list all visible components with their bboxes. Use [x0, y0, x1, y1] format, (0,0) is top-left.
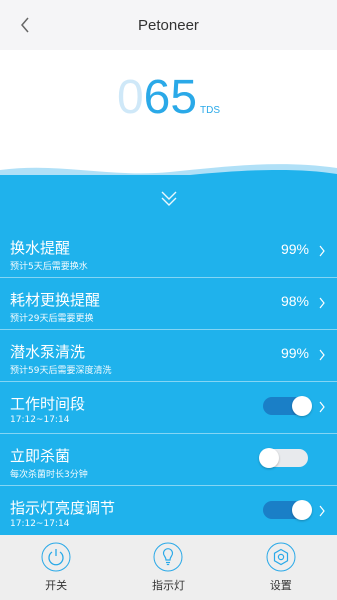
toggle-knob	[259, 448, 279, 468]
back-button[interactable]	[14, 13, 36, 37]
top-bar: Petoneer	[0, 0, 337, 50]
toggle-knob	[292, 396, 312, 416]
row-title: 潜水泵清洗	[10, 343, 86, 361]
row-work-period[interactable]: 工作时间段 17:12~17:14	[0, 382, 337, 434]
tds-unit: TDS	[200, 105, 221, 116]
row-indicator-brightness[interactable]: 指示灯亮度调节 17:12~17:14	[0, 486, 337, 538]
power-icon	[41, 542, 71, 572]
sterilize-toggle[interactable]	[259, 448, 308, 468]
row-subtitle: 每次杀菌时长3分钟	[10, 470, 88, 480]
toggle-knob	[292, 500, 312, 520]
row-title: 指示灯亮度调节	[10, 499, 116, 517]
row-title: 换水提醒	[10, 239, 71, 257]
row-title: 立即杀菌	[10, 447, 71, 465]
row-subtitle: 17:12~17:14	[10, 519, 70, 529]
row-water-change[interactable]: 换水提醒 预计5天后需要换水 99%	[0, 226, 337, 278]
row-subtitle: 预计59天后需要深度清洗	[10, 366, 112, 376]
row-subtitle: 预计29天后需要更换	[10, 314, 94, 324]
settings-list: 换水提醒 预计5天后需要换水 99% 耗材更换提醒 预计29天后需要更换 98%…	[0, 226, 337, 538]
tab-label: 指示灯	[151, 579, 185, 592]
chevron-right-icon	[319, 505, 325, 517]
indicator-brightness-toggle[interactable]	[263, 500, 312, 520]
row-sterilize[interactable]: 立即杀菌 每次杀菌时长3分钟	[0, 434, 337, 486]
double-chevron-down-icon[interactable]	[158, 188, 180, 210]
tab-indicator[interactable]: 指示灯	[112, 535, 224, 600]
tds-lead-digit: 0	[116, 71, 144, 124]
tab-settings[interactable]: 设置	[225, 535, 337, 600]
bottom-tab-bar: 开关 指示灯 设置	[0, 535, 337, 600]
row-percent: 98%	[280, 293, 309, 309]
chevron-right-icon	[319, 297, 325, 309]
tab-power[interactable]: 开关	[0, 535, 112, 600]
tab-label: 设置	[269, 579, 292, 592]
chevron-right-icon	[319, 245, 325, 257]
chevron-right-icon	[319, 401, 325, 413]
work-period-toggle[interactable]	[263, 396, 312, 416]
chevron-left-icon	[21, 17, 29, 33]
tds-value: 65	[143, 71, 198, 124]
lightbulb-icon	[153, 542, 183, 572]
page-title: Petoneer	[138, 16, 199, 34]
row-title: 耗材更换提醒	[10, 291, 101, 309]
row-filter-replace[interactable]: 耗材更换提醒 预计29天后需要更换 98%	[0, 278, 337, 330]
row-percent: 99%	[280, 241, 309, 257]
row-pump-clean[interactable]: 潜水泵清洗 预计59天后需要深度清洗 99%	[0, 330, 337, 382]
gear-icon	[266, 542, 296, 572]
row-subtitle: 17:12~17:14	[10, 415, 70, 425]
row-subtitle: 预计5天后需要换水	[10, 262, 88, 272]
tab-label: 开关	[45, 579, 68, 592]
tds-display: 065 TDS	[0, 50, 337, 170]
chevron-right-icon	[319, 349, 325, 361]
row-percent: 99%	[280, 345, 309, 361]
row-title: 工作时间段	[10, 395, 86, 413]
